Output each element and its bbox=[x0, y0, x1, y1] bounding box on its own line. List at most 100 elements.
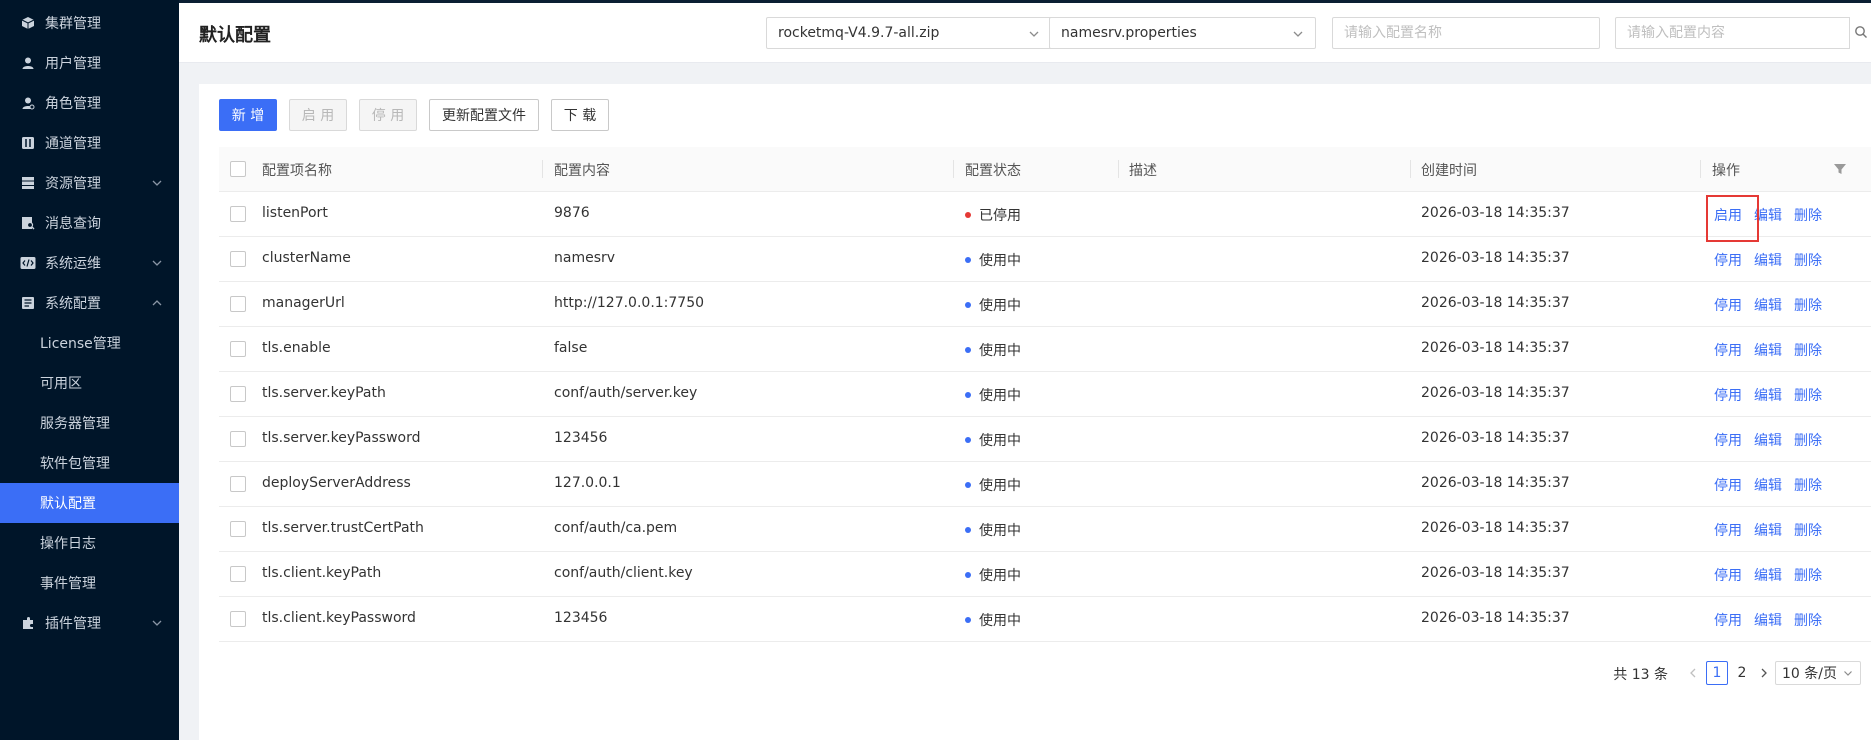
config-content: 127.0.0.1 bbox=[554, 475, 621, 491]
sidebar-item-roles[interactable]: 角色管理 bbox=[0, 83, 179, 123]
toggle-status-link[interactable]: 停用 bbox=[1714, 253, 1742, 269]
delete-link[interactable]: 删除 bbox=[1794, 208, 1822, 224]
toggle-status-link[interactable]: 停用 bbox=[1714, 613, 1742, 629]
page-size-select[interactable]: 10 条/页 bbox=[1775, 661, 1861, 685]
edit-link[interactable]: 编辑 bbox=[1754, 208, 1782, 224]
disable-button[interactable]: 停 用 bbox=[359, 99, 417, 131]
edit-link[interactable]: 编辑 bbox=[1754, 478, 1782, 494]
sidebar-subitem-servers[interactable]: 服务器管理 bbox=[0, 403, 179, 443]
filter-icon[interactable] bbox=[1833, 162, 1847, 180]
edit-link[interactable]: 编辑 bbox=[1754, 433, 1782, 449]
row-actions: 停用 编辑 删除 bbox=[1714, 565, 1834, 585]
status-dot bbox=[965, 482, 971, 488]
sidebar-item-label: 系统配置 bbox=[45, 296, 101, 312]
row-checkbox[interactable] bbox=[230, 611, 246, 627]
sidebar-item-system-config[interactable]: 系统配置 bbox=[0, 283, 179, 323]
status-text: 使用中 bbox=[979, 568, 1021, 584]
search-button[interactable] bbox=[1849, 17, 1871, 49]
config-created-time: 2026-03-18 14:35:37 bbox=[1421, 430, 1570, 446]
toggle-status-link[interactable]: 停用 bbox=[1714, 568, 1742, 584]
status-text: 使用中 bbox=[979, 298, 1021, 314]
config-table: 配置项名称 配置内容 配置状态 描述 创建时间 操作 listenPort 98… bbox=[219, 147, 1871, 642]
sidebar-subitem-op-logs[interactable]: 操作日志 bbox=[0, 523, 179, 563]
delete-link[interactable]: 删除 bbox=[1794, 343, 1822, 359]
sidebar-item-messages[interactable]: 消息查询 bbox=[0, 203, 179, 243]
prev-page-icon[interactable] bbox=[1686, 664, 1700, 682]
edit-link[interactable]: 编辑 bbox=[1754, 523, 1782, 539]
next-page-icon[interactable] bbox=[1757, 664, 1771, 682]
delete-link[interactable]: 删除 bbox=[1794, 613, 1822, 629]
sidebar-subitem-default-config[interactable]: 默认配置 bbox=[0, 483, 179, 523]
config-created-time: 2026-03-18 14:35:37 bbox=[1421, 250, 1570, 266]
add-button[interactable]: 新 增 bbox=[219, 99, 277, 131]
select-all-checkbox[interactable] bbox=[230, 161, 246, 177]
edit-link[interactable]: 编辑 bbox=[1754, 388, 1782, 404]
sidebar-item-ops[interactable]: 系统运维 bbox=[0, 243, 179, 283]
config-name-input[interactable] bbox=[1332, 17, 1600, 49]
content-search bbox=[1615, 3, 1871, 63]
edit-link[interactable]: 编辑 bbox=[1754, 613, 1782, 629]
column-divider bbox=[542, 160, 543, 178]
sidebar-subitem-events[interactable]: 事件管理 bbox=[0, 563, 179, 603]
config-content: http://127.0.0.1:7750 bbox=[554, 295, 705, 311]
toggle-status-link[interactable]: 停用 bbox=[1714, 523, 1742, 539]
toggle-status-link[interactable]: 停用 bbox=[1714, 433, 1742, 449]
delete-link[interactable]: 删除 bbox=[1794, 478, 1822, 494]
config-content: false bbox=[554, 340, 588, 356]
row-checkbox[interactable] bbox=[230, 386, 246, 402]
package-select[interactable]: rocketmq-V4.9.7-all.zip bbox=[766, 17, 1052, 49]
chevron-down-icon bbox=[1027, 27, 1041, 41]
row-checkbox[interactable] bbox=[230, 341, 246, 357]
delete-link[interactable]: 删除 bbox=[1794, 298, 1822, 314]
delete-link[interactable]: 删除 bbox=[1794, 523, 1822, 539]
toggle-status-link[interactable]: 停用 bbox=[1714, 343, 1742, 359]
row-checkbox[interactable] bbox=[230, 431, 246, 447]
config-status: 使用中 bbox=[965, 250, 1021, 270]
edit-link[interactable]: 编辑 bbox=[1754, 253, 1782, 269]
delete-link[interactable]: 删除 bbox=[1794, 433, 1822, 449]
toggle-status-link[interactable]: 停用 bbox=[1714, 478, 1742, 494]
file-select[interactable]: namesrv.properties bbox=[1049, 17, 1316, 49]
table-row: tls.server.trustCertPath conf/auth/ca.pe… bbox=[219, 507, 1871, 552]
edit-link[interactable]: 编辑 bbox=[1754, 298, 1782, 314]
sidebar-item-resources[interactable]: 资源管理 bbox=[0, 163, 179, 203]
edit-link[interactable]: 编辑 bbox=[1754, 343, 1782, 359]
delete-link[interactable]: 删除 bbox=[1794, 253, 1822, 269]
toggle-status-link[interactable]: 启用 bbox=[1714, 208, 1742, 224]
delete-link[interactable]: 删除 bbox=[1794, 388, 1822, 404]
sidebar-subitem-packages[interactable]: 软件包管理 bbox=[0, 443, 179, 483]
delete-link[interactable]: 删除 bbox=[1794, 568, 1822, 584]
toggle-status-link[interactable]: 停用 bbox=[1714, 388, 1742, 404]
row-checkbox[interactable] bbox=[230, 251, 246, 267]
sidebar-item-plugins[interactable]: 插件管理 bbox=[0, 603, 179, 643]
config-content: 123456 bbox=[554, 610, 608, 626]
edit-link[interactable]: 编辑 bbox=[1754, 568, 1782, 584]
page-number-1[interactable]: 1 bbox=[1706, 661, 1728, 685]
row-checkbox[interactable] bbox=[230, 206, 246, 222]
channel-icon bbox=[19, 134, 37, 152]
row-actions: 停用 编辑 删除 bbox=[1714, 475, 1834, 495]
sidebar-item-label: 操作日志 bbox=[40, 536, 96, 552]
sidebar-item-label: 服务器管理 bbox=[40, 416, 110, 432]
row-checkbox[interactable] bbox=[230, 296, 246, 312]
update-config-file-button[interactable]: 更新配置文件 bbox=[429, 99, 539, 131]
toggle-status-link[interactable]: 停用 bbox=[1714, 298, 1742, 314]
sidebar-item-channels[interactable]: 通道管理 bbox=[0, 123, 179, 163]
row-checkbox[interactable] bbox=[230, 476, 246, 492]
download-button[interactable]: 下 载 bbox=[551, 99, 609, 131]
status-text: 使用中 bbox=[979, 433, 1021, 449]
sidebar-subitem-zones[interactable]: 可用区 bbox=[0, 363, 179, 403]
sidebar-item-users[interactable]: 用户管理 bbox=[0, 43, 179, 83]
enable-button[interactable]: 启 用 bbox=[289, 99, 347, 131]
status-dot bbox=[965, 302, 971, 308]
page-number-2[interactable]: 2 bbox=[1731, 661, 1753, 685]
config-created-time: 2026-03-18 14:35:37 bbox=[1421, 205, 1570, 221]
row-checkbox[interactable] bbox=[230, 566, 246, 582]
row-checkbox[interactable] bbox=[230, 521, 246, 537]
sidebar-item-cluster[interactable]: 集群管理 bbox=[0, 3, 179, 43]
sidebar-subitem-license[interactable]: License管理 bbox=[0, 323, 179, 363]
config-content-input[interactable] bbox=[1615, 17, 1871, 49]
row-actions: 停用 编辑 删除 bbox=[1714, 340, 1834, 360]
status-text: 使用中 bbox=[979, 613, 1021, 629]
status-dot bbox=[965, 617, 971, 623]
